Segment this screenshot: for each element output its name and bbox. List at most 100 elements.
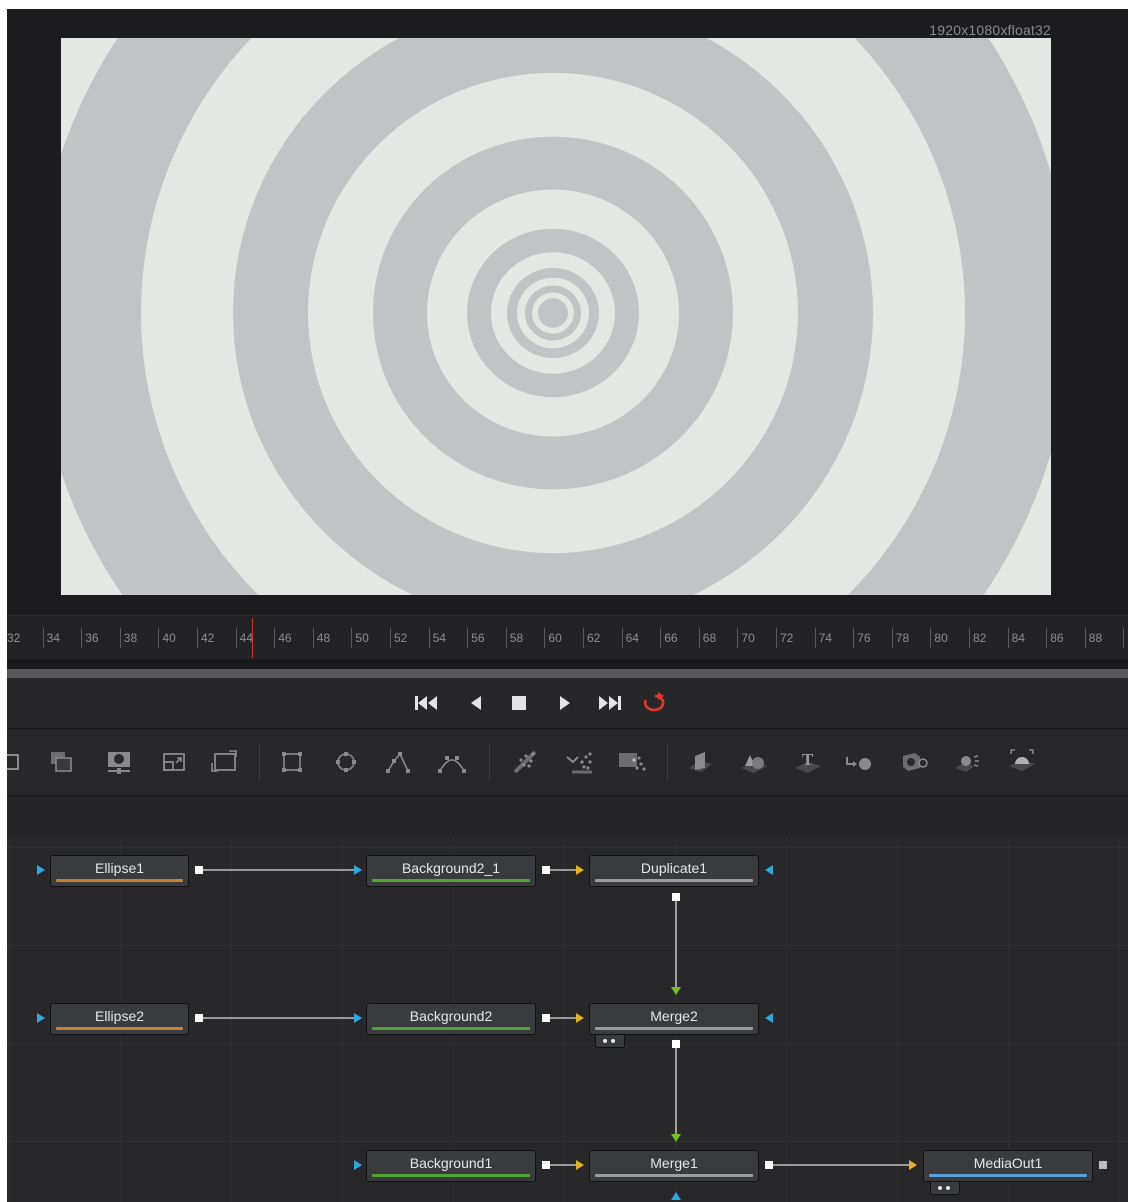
node-label: Background1 — [409, 1155, 493, 1171]
merge-tool-button[interactable] — [44, 745, 78, 779]
duplicate1-background-port — [576, 865, 584, 875]
node-merge1[interactable]: Merge1 — [589, 1150, 759, 1182]
tool-bar: T — [7, 729, 1128, 795]
node-type-bar — [595, 879, 753, 882]
play-forward-icon — [560, 696, 570, 710]
image-plane-3d-tool-button[interactable] — [683, 745, 717, 779]
stop-button[interactable] — [508, 691, 530, 715]
timeline-ruler[interactable]: 32 34 36 38 40 42 44 46 48 50 52 54 56 58 60 62 64 66 68 70… — [7, 615, 1128, 660]
play-reverse-button[interactable] — [465, 691, 487, 715]
node-label: Background2_1 — [401, 860, 501, 876]
text-3d-tool-button[interactable]: T — [791, 745, 825, 779]
node-duplicate1[interactable]: Duplicate1 — [589, 855, 759, 887]
play-forward-button[interactable] — [554, 691, 576, 715]
node-background1[interactable]: Background1 — [366, 1150, 536, 1182]
spotlight-3d-icon — [955, 755, 979, 772]
playhead[interactable] — [252, 618, 253, 658]
merge2-mask-port — [765, 1013, 773, 1023]
merge-tool-icon — [51, 752, 72, 772]
pimage-tool-button[interactable] — [615, 745, 649, 779]
timeline-tick: 86 — [1046, 628, 1064, 648]
background2_1-input-port — [354, 865, 362, 875]
polygon-mask-icon — [386, 752, 410, 773]
timeline-tick: 42 — [197, 628, 214, 648]
toolbar-separator — [667, 743, 668, 781]
timeline-tick: 64 — [621, 628, 639, 648]
node-label: Ellipse2 — [94, 1008, 145, 1024]
ring — [538, 298, 568, 328]
background1-input-port — [354, 1160, 362, 1170]
paint-tool-button[interactable] — [102, 745, 136, 779]
node-label: Duplicate1 — [640, 860, 708, 876]
play-reverse-icon — [471, 696, 481, 710]
ruler-gap — [7, 659, 1128, 669]
timeline-tick: 50 — [351, 628, 369, 648]
text-3d-icon: T — [795, 750, 821, 773]
renderer-3d-icon — [1009, 749, 1035, 771]
resolution-label: 1920x1080xfloat32 — [929, 22, 1051, 38]
timeline-tick: 40 — [158, 628, 176, 648]
node-label: MediaOut1 — [973, 1155, 1043, 1171]
particle-emitter-tool-button[interactable] — [509, 745, 543, 779]
go-to-end-icon — [599, 696, 621, 710]
ellipse-mask-tool-button[interactable] — [329, 745, 363, 779]
timeline-tick: 60 — [544, 628, 562, 648]
ellipse1-output-port — [195, 866, 203, 874]
particle-emitter-icon — [513, 750, 537, 774]
ellipse1-input-port — [37, 865, 45, 875]
rectangle-mask-tool-button[interactable] — [275, 745, 309, 779]
merge-3d-tool-button[interactable] — [843, 745, 877, 779]
merge1-background-port — [576, 1160, 584, 1170]
node-ellipse1[interactable]: Ellipse1 — [50, 855, 189, 887]
fusion-window: 1920x1080xfloat32 32 34 36 38 40 42 44 46 48 50 52… — [7, 9, 1128, 1202]
timeline-tick: 58 — [505, 628, 523, 648]
node-type-bar — [372, 1174, 530, 1177]
node-background2[interactable]: Background2 — [366, 1003, 536, 1035]
toolbar-separator — [259, 743, 260, 781]
particle-render-tool-button[interactable] — [563, 745, 597, 779]
node-type-bar — [595, 1174, 753, 1177]
background-tool-icon — [7, 754, 19, 770]
node-mediaout1[interactable]: MediaOut1 — [923, 1150, 1093, 1182]
go-to-end-button[interactable] — [594, 691, 626, 715]
node-merge2[interactable]: Merge2 — [589, 1003, 759, 1035]
node-ellipse2[interactable]: Ellipse2 — [50, 1003, 189, 1035]
shape-3d-tool-button[interactable] — [737, 745, 771, 779]
viewer-image[interactable] — [61, 38, 1051, 595]
spotlight-3d-tool-button[interactable] — [951, 745, 985, 779]
bspline-mask-tool-button[interactable] — [435, 745, 469, 779]
merge2-view-badge[interactable] — [595, 1034, 625, 1048]
node-type-bar — [56, 879, 183, 882]
node-editor-header — [7, 796, 1128, 838]
timeline-tick: 38 — [119, 628, 137, 648]
transform-tool-button[interactable] — [157, 745, 191, 779]
duplicate1-output-port — [672, 893, 680, 901]
timeline-tick: 66 — [660, 628, 678, 648]
loop-button[interactable] — [639, 691, 671, 715]
panel-divider[interactable] — [7, 669, 1128, 678]
timeline-tick: 80 — [930, 628, 948, 648]
camera-3d-tool-button[interactable] — [897, 745, 931, 779]
timeline-tick: 82 — [969, 628, 986, 648]
node-label: Ellipse1 — [94, 860, 145, 876]
mediaout1-input-port — [909, 1160, 917, 1170]
mediaout1-output-port — [1099, 1161, 1107, 1169]
node-graph[interactable]: Ellipse1 Ellipse2 Background2_1 Backgrou… — [7, 837, 1128, 1202]
timeline-tick: 56 — [467, 628, 485, 648]
go-to-start-button[interactable] — [412, 691, 442, 715]
mediaout1-view-badge[interactable] — [930, 1181, 960, 1195]
timeline-tick: 74 — [814, 628, 832, 648]
merge2-foreground-port — [671, 987, 681, 995]
ellipse2-output-port — [195, 1014, 203, 1022]
resize-tool-button[interactable] — [207, 745, 241, 779]
renderer-3d-tool-button[interactable] — [1005, 745, 1039, 779]
concentric-rings-image — [61, 38, 1051, 595]
merge-3d-icon — [846, 757, 871, 770]
background-tool-button[interactable] — [7, 745, 29, 779]
node-background2_1[interactable]: Background2_1 — [366, 855, 536, 887]
shape-3d-icon — [741, 755, 767, 773]
node-type-bar — [372, 1027, 530, 1030]
camera-3d-icon — [903, 753, 928, 771]
polygon-mask-tool-button[interactable] — [381, 745, 415, 779]
viewer-panel[interactable]: 1920x1080xfloat32 — [7, 9, 1128, 614]
